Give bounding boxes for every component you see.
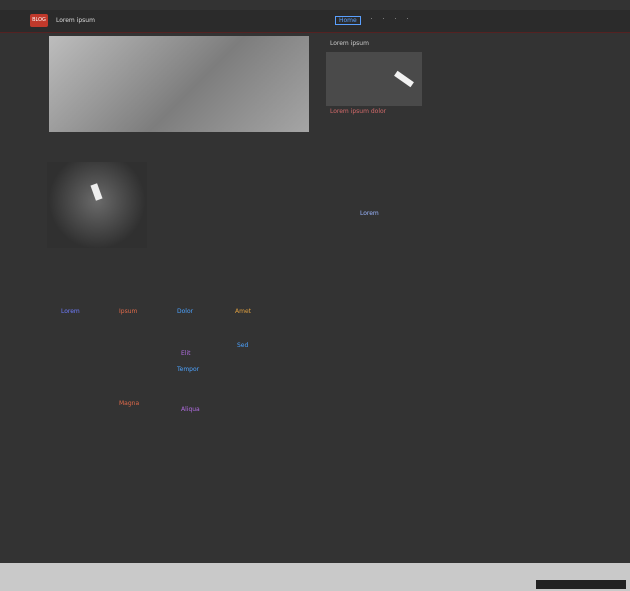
tag-link[interactable]: Aliqua: [181, 406, 200, 413]
tag-link[interactable]: Sed: [237, 342, 248, 349]
top-bar: BLOG Lorem ipsum Home · · · ·: [0, 10, 630, 33]
image-subject-icon: [90, 183, 103, 201]
sidebar-item[interactable]: Lorem: [360, 210, 379, 217]
sidebar-image[interactable]: [326, 52, 422, 106]
status-chip: [536, 580, 626, 589]
article-image: [47, 162, 147, 248]
tag-link[interactable]: Elit: [181, 350, 190, 357]
tag-link[interactable]: Dolor: [177, 308, 193, 315]
image-subject-icon: [394, 70, 414, 88]
nav-item[interactable]: ·: [371, 16, 373, 25]
hero-image: [49, 36, 309, 132]
tag-link[interactable]: Lorem: [61, 308, 80, 315]
page: BLOG Lorem ipsum Home · · · · Lorem Ipsu…: [0, 0, 630, 563]
tag-link[interactable]: Ipsum: [119, 308, 137, 315]
status-bar: [0, 563, 630, 591]
nav-item[interactable]: ·: [406, 16, 408, 25]
tag-link[interactable]: Magna: [119, 400, 139, 407]
tag-link[interactable]: Tempor: [177, 366, 199, 373]
tag-link[interactable]: Amet: [235, 308, 251, 315]
top-nav: Home · · · ·: [335, 16, 408, 25]
sidebar-title: Lorem ipsum: [330, 40, 369, 47]
nav-home[interactable]: Home: [335, 16, 361, 25]
site-title[interactable]: Lorem ipsum: [56, 17, 95, 24]
nav-item[interactable]: ·: [383, 16, 385, 25]
site-logo[interactable]: BLOG: [30, 14, 48, 27]
sidebar-link[interactable]: Lorem ipsum dolor: [330, 108, 386, 115]
nav-item[interactable]: ·: [395, 16, 397, 25]
